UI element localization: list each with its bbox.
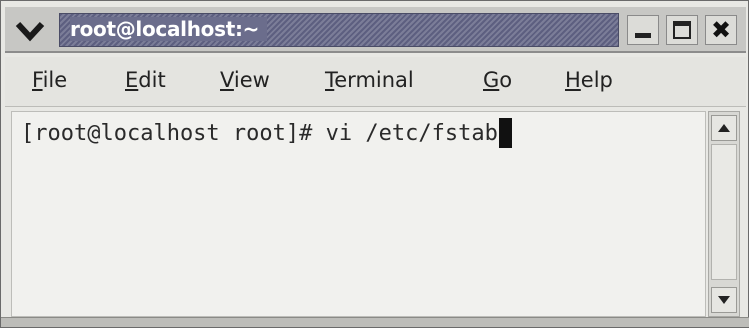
window-menu-button[interactable] — [13, 17, 47, 45]
menu-file[interactable]: File — [32, 68, 67, 92]
window-title: root@localhost:~ — [70, 17, 268, 41]
maximize-icon — [673, 21, 691, 39]
menu-terminal-rest: erminal — [334, 68, 414, 92]
close-icon: ✖ — [710, 16, 732, 44]
menu-terminal-mnemonic: T — [325, 68, 335, 92]
menu-view[interactable]: View — [220, 68, 270, 92]
menu-go[interactable]: Go — [483, 68, 512, 92]
menu-help-mnemonic: H — [565, 68, 581, 92]
menu-go-rest: o — [499, 68, 513, 92]
vertical-scrollbar[interactable] — [708, 111, 740, 317]
menu-terminal[interactable]: Terminal — [325, 68, 414, 92]
command-line: [root@localhost root]# vi /etc/fstab — [21, 118, 512, 148]
arrow-down-icon — [718, 296, 730, 304]
title-bar[interactable]: root@localhost:~ ✖ — [5, 7, 746, 53]
terminal-output[interactable]: [root@localhost root]# vi /etc/fstab — [11, 111, 706, 317]
menu-edit-rest: dit — [138, 68, 166, 92]
menu-help-rest: elp — [580, 68, 613, 92]
typed-command: vi /etc/fstab — [325, 120, 498, 146]
scroll-up-button[interactable] — [711, 115, 737, 141]
text-cursor — [498, 118, 512, 148]
menu-edit[interactable]: Edit — [125, 68, 166, 92]
title-strip[interactable]: root@localhost:~ — [59, 13, 619, 47]
close-button[interactable]: ✖ — [705, 15, 737, 45]
shell-prompt: [root@localhost root]# — [21, 120, 326, 146]
menu-help[interactable]: Help — [565, 68, 613, 92]
menu-view-rest: iew — [233, 68, 270, 92]
menu-file-mnemonic: F — [32, 68, 43, 92]
arrow-up-icon — [718, 124, 730, 132]
menu-edit-mnemonic: E — [125, 68, 139, 92]
menu-bar: File Edit View Terminal Go Help — [5, 57, 746, 107]
scroll-thumb[interactable] — [711, 144, 737, 280]
menu-view-mnemonic: V — [220, 68, 234, 92]
menu-go-mnemonic: G — [483, 68, 500, 92]
menu-file-rest: ile — [42, 68, 68, 92]
window-bottom-border — [1, 317, 749, 327]
minimize-button[interactable] — [627, 15, 659, 45]
chevron-down-icon — [15, 21, 45, 42]
maximize-button[interactable] — [666, 15, 698, 45]
scroll-down-button[interactable] — [711, 287, 737, 313]
minimize-icon — [635, 33, 651, 38]
terminal-window: root@localhost:~ ✖ File Edit View Termin… — [0, 0, 749, 328]
